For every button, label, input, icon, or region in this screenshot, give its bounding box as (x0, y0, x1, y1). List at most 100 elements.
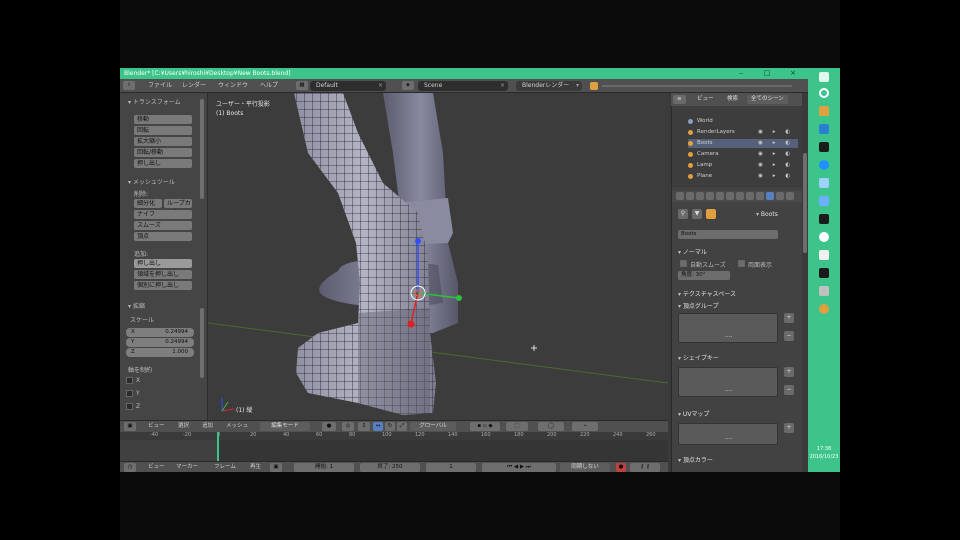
shading-select[interactable]: ● (322, 422, 336, 431)
app-icon[interactable] (819, 178, 829, 188)
timeline-editor-icon[interactable]: ◷ (124, 463, 136, 472)
tool-rotate[interactable]: 回転 (134, 126, 192, 135)
modifiers-tab-icon[interactable] (736, 192, 744, 200)
editor-type-button[interactable]: ▣ (124, 422, 136, 431)
list-resize-handle[interactable]: .... (725, 332, 733, 339)
browser-icon[interactable] (819, 160, 829, 170)
start-frame-field[interactable]: 開始: 1 (294, 463, 354, 472)
panel-texture-space[interactable]: テクスチャスペース (678, 289, 736, 298)
current-frame-field[interactable]: 1 (426, 463, 476, 472)
blender-app-icon[interactable] (819, 106, 829, 116)
texture-tab-icon[interactable] (776, 192, 784, 200)
angle-field[interactable]: 角度: 30° (678, 271, 730, 280)
tool-scale[interactable]: 拡大縮小 (134, 137, 192, 146)
vp-menu-view[interactable]: ビュー (148, 421, 165, 431)
orientation-select[interactable]: グローバル (410, 422, 456, 431)
file-explorer-icon[interactable] (819, 124, 829, 134)
translate-manip-icon[interactable]: ↔ (373, 422, 383, 431)
tl-menu-playback[interactable]: 再生 (250, 462, 261, 472)
vertex-group-add-button[interactable]: + (784, 313, 794, 323)
render-engine-select[interactable]: Blenderレンダー ▾ (516, 81, 582, 91)
visibility-icons[interactable]: ◉ ▸ ◐ (758, 128, 794, 137)
snap-toggle[interactable]: ⌁ (572, 422, 598, 431)
tl-menu-marker[interactable]: マーカー (176, 462, 198, 472)
end-frame-field[interactable]: 終了: 250 (360, 463, 420, 472)
mesh-data-tab-icon[interactable] (766, 192, 774, 200)
particles-tab-icon[interactable] (786, 192, 794, 200)
keying-set-buttons[interactable]: ⚷ ⚷ (630, 463, 660, 472)
section-transform[interactable]: ▾ トランスフォーム (128, 97, 181, 106)
app-icon[interactable] (819, 142, 829, 152)
vertex-group-remove-button[interactable]: − (784, 331, 794, 341)
layers-tab-icon[interactable] (686, 192, 694, 200)
pivot-icon[interactable]: ◎ (342, 422, 354, 431)
close-button[interactable]: × (786, 68, 800, 79)
operator-scrollbar[interactable] (200, 308, 204, 378)
constraint-x-checkbox[interactable] (126, 377, 133, 384)
double-sided-checkbox[interactable] (738, 260, 745, 267)
menu-help[interactable]: ヘルプ (260, 81, 278, 91)
mesh-datablock-field[interactable]: Boots (678, 230, 778, 239)
clock-date[interactable]: 2016/10/23 (808, 454, 840, 460)
outliner-row[interactable]: RenderLayers ◉ ▸ ◐ (688, 128, 798, 137)
scale-y-field[interactable]: Y 0.24994 (126, 338, 194, 347)
outliner-row[interactable]: Plane ◉ ▸ ◐ (688, 172, 798, 181)
app-icon[interactable] (819, 214, 829, 224)
viewport-canvas[interactable] (208, 93, 668, 420)
app-icon[interactable] (819, 304, 829, 314)
pin-icon[interactable]: ⚲ (678, 209, 688, 219)
app-icon[interactable] (819, 250, 829, 260)
shape-key-list[interactable]: .... (678, 367, 778, 397)
constraint-z-checkbox[interactable] (126, 403, 133, 410)
vp-menu-select[interactable]: 選択 (178, 421, 189, 431)
auto-smooth-checkbox[interactable] (680, 260, 687, 267)
vertex-group-list[interactable]: .... (678, 313, 778, 343)
autokey-record-button[interactable]: ● (616, 463, 626, 472)
panel-uv-maps[interactable]: UVマップ (678, 409, 710, 418)
constraint-y-checkbox[interactable] (126, 390, 133, 397)
scrollbar-thumb[interactable] (803, 153, 807, 253)
tool-rotate-move[interactable]: 回転/移動 (134, 148, 192, 157)
tool-extrude-top[interactable]: 押し出し (134, 159, 192, 168)
vp-menu-add[interactable]: 追加 (202, 421, 213, 431)
visibility-icons[interactable]: ◉ ▸ ◐ (758, 150, 794, 159)
3d-viewport[interactable]: ユーザー・平行投影 (1) Boots (1) 縦 (208, 93, 668, 420)
record-key-icon[interactable]: ▣ (270, 463, 282, 472)
scale-manip-icon[interactable]: ⤢ (397, 422, 407, 431)
tool-extrude-individual[interactable]: 個別に押し出し (134, 281, 192, 290)
outliner-tab-view[interactable]: ビュー (693, 95, 718, 104)
outliner-tab-search[interactable]: 検索 (723, 95, 742, 104)
maximize-button[interactable]: □ (760, 68, 774, 79)
object-tab-icon[interactable] (716, 192, 724, 200)
outliner-row[interactable]: World (688, 117, 798, 126)
scene-icon[interactable]: ◈ (402, 81, 414, 90)
scale-z-field[interactable]: Z 1.000 (126, 348, 194, 357)
shape-key-remove-button[interactable]: − (784, 385, 794, 395)
panel-normals[interactable]: ノーマル (678, 247, 707, 256)
app-icon[interactable] (819, 196, 829, 206)
app-icon[interactable] (819, 232, 829, 242)
clock-time[interactable]: 17:38 (808, 446, 840, 452)
panel-vertex-colors[interactable]: 頂点カラー (678, 455, 713, 464)
minimize-button[interactable]: – (734, 68, 748, 79)
render-tab-icon[interactable] (676, 192, 684, 200)
menu-render[interactable]: レンダー (182, 81, 206, 91)
panel-shape-keys[interactable]: シェイプキー (678, 353, 719, 362)
editor-type-icon[interactable]: i (123, 81, 135, 90)
tl-menu-frame[interactable]: フレーム (214, 462, 236, 472)
occlude-toggle[interactable]: ⬚ (506, 422, 528, 431)
tool-extrude[interactable]: 押し出し (134, 259, 192, 268)
outliner-row[interactable]: Camera ◉ ▸ ◐ (688, 150, 798, 159)
list-resize-handle[interactable]: .... (725, 434, 733, 441)
playback-controls[interactable]: ⏮ ◀ ▶ ⏭ (482, 463, 556, 472)
uv-map-add-button[interactable]: + (784, 423, 794, 433)
visibility-icons[interactable]: ◉ ▸ ◐ (758, 161, 794, 170)
tool-loopcut[interactable]: ループカット (164, 199, 192, 216)
panel-vertex-groups[interactable]: 頂点グループ (678, 301, 719, 310)
rotate-manip-icon[interactable]: ↻ (385, 422, 395, 431)
outliner-row[interactable]: Lamp ◉ ▸ ◐ (688, 161, 798, 170)
proportional-edit[interactable]: ◯ (538, 422, 564, 431)
outliner-editor-icon[interactable]: ≡ (673, 95, 686, 104)
search-icon[interactable] (819, 88, 829, 98)
constraints-tab-icon[interactable] (726, 192, 734, 200)
